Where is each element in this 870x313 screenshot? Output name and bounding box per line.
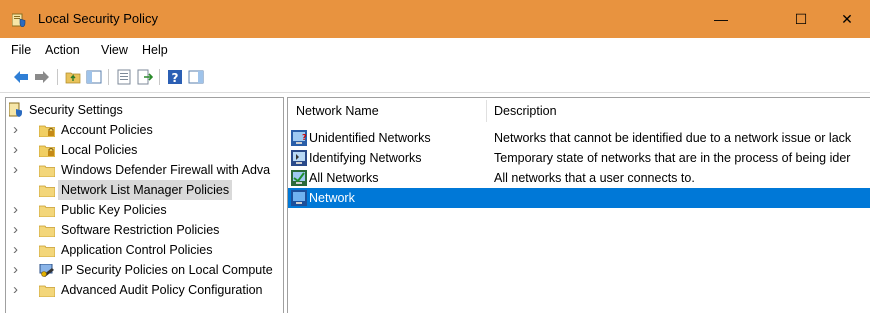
- tree-item-label: Network List Manager Policies: [58, 180, 233, 200]
- properties-icon[interactable]: [116, 69, 132, 85]
- back-arrow-icon[interactable]: [13, 69, 29, 85]
- show-hide-action-pane-icon[interactable]: [188, 69, 204, 85]
- chevron-right-icon[interactable]: ›: [13, 220, 23, 240]
- toolbar-separator: [159, 69, 160, 85]
- folder-icon: [38, 283, 56, 298]
- tree-item-label: Application Control Policies: [61, 243, 213, 257]
- toolbar-separator: [108, 69, 109, 85]
- window-title: Local Security Policy: [38, 11, 158, 26]
- unidentified-network-icon: ?: [291, 130, 307, 146]
- list-row[interactable]: Network: [288, 188, 870, 208]
- identifying-network-icon: [291, 150, 307, 166]
- list-row[interactable]: Identifying Networks Temporary state of n…: [288, 148, 870, 168]
- list-row[interactable]: All Networks All networks that a user con…: [288, 168, 870, 188]
- network-name-cell: Network: [309, 191, 355, 205]
- chevron-right-icon[interactable]: ›: [13, 160, 23, 180]
- ip-security-icon: [39, 263, 55, 277]
- tree-item[interactable]: › Public Key Policies: [6, 200, 282, 220]
- menu-bar: File Action View Help: [0, 38, 870, 62]
- svg-text:?: ?: [172, 71, 179, 85]
- tree-pane[interactable]: Security Settings › Account Policies › Loca…: [5, 97, 284, 313]
- chevron-right-icon[interactable]: ›: [13, 280, 23, 300]
- chevron-right-icon[interactable]: ›: [13, 240, 23, 260]
- tree-item-label: Security Settings: [29, 103, 123, 117]
- toolbar-separator: [57, 69, 58, 85]
- network-name-cell: Identifying Networks: [309, 151, 422, 165]
- tree-item-label: Advanced Audit Policy Configuration: [61, 283, 263, 297]
- description-cell: All networks that a user connects to.: [494, 171, 695, 185]
- svg-text:?: ?: [302, 133, 307, 142]
- all-networks-icon: [291, 170, 307, 186]
- network-icon: [291, 190, 307, 206]
- export-list-icon[interactable]: [137, 69, 153, 85]
- column-divider[interactable]: [486, 100, 487, 122]
- description-cell: Networks that cannot be identified due t…: [494, 131, 852, 145]
- folder-icon: [38, 243, 56, 258]
- column-header-network-name[interactable]: Network Name: [296, 104, 379, 118]
- network-name-cell: All Networks: [309, 171, 379, 185]
- folder-lock-icon: [38, 123, 56, 138]
- column-header-description[interactable]: Description: [494, 104, 557, 118]
- chevron-right-icon[interactable]: ›: [13, 120, 23, 140]
- tree-item-label: Windows Defender Firewall with Adva: [61, 163, 271, 177]
- tree-item[interactable]: Network List Manager Policies: [6, 180, 282, 200]
- description-cell: Temporary state of networks that are in …: [494, 151, 851, 165]
- tree-item-label: Public Key Policies: [61, 203, 167, 217]
- chevron-right-icon[interactable]: ›: [13, 140, 23, 160]
- close-button[interactable]: ✕: [824, 0, 870, 38]
- menu-view[interactable]: View: [101, 43, 128, 57]
- folder-icon: [38, 223, 56, 238]
- menu-file[interactable]: File: [11, 43, 31, 57]
- list-pane[interactable]: Network Name Description ? Unidentified N…: [287, 97, 870, 313]
- tree-root-security-settings[interactable]: Security Settings: [9, 100, 279, 120]
- list-row[interactable]: ? Unidentified Networks Networks that cann…: [288, 128, 870, 148]
- tree-item-label: Software Restriction Policies: [61, 223, 220, 237]
- network-name-cell: Unidentified Networks: [309, 131, 431, 145]
- up-folder-icon[interactable]: [65, 69, 81, 85]
- tree-item[interactable]: › Advanced Audit Policy Configuration: [6, 280, 282, 300]
- chevron-right-icon[interactable]: ›: [13, 260, 23, 280]
- minimize-button[interactable]: —: [698, 0, 744, 38]
- tree-item-label: Account Policies: [61, 123, 153, 137]
- forward-arrow-icon[interactable]: [34, 69, 50, 85]
- show-hide-tree-icon[interactable]: [86, 69, 102, 85]
- toolbar: ?: [0, 62, 870, 93]
- tree-item-label: IP Security Policies on Local Compute: [61, 263, 273, 277]
- tree-item[interactable]: › Software Restriction Policies: [6, 220, 282, 240]
- folder-icon: [38, 183, 56, 198]
- title-bar[interactable]: Local Security Policy — ☐ ✕: [0, 0, 870, 38]
- chevron-right-icon[interactable]: ›: [13, 200, 23, 220]
- tree-item[interactable]: › Account Policies: [6, 120, 282, 140]
- tree-item-label: Local Policies: [61, 143, 138, 157]
- folder-lock-icon: [38, 143, 56, 158]
- local-security-policy-icon: [12, 13, 26, 27]
- menu-action[interactable]: Action: [45, 43, 80, 57]
- tree-item[interactable]: › Application Control Policies: [6, 240, 282, 260]
- tree-item[interactable]: › Local Policies: [6, 140, 282, 160]
- security-settings-icon: [9, 102, 22, 117]
- help-icon[interactable]: ?: [167, 69, 183, 85]
- tree-item[interactable]: › Windows Defender Firewall with Adva: [6, 160, 282, 180]
- maximize-button[interactable]: ☐: [778, 0, 824, 38]
- tree-item[interactable]: › IP Security Policies on Local Compute: [6, 260, 282, 280]
- folder-icon: [38, 203, 56, 218]
- menu-help[interactable]: Help: [142, 43, 168, 57]
- folder-icon: [38, 163, 56, 178]
